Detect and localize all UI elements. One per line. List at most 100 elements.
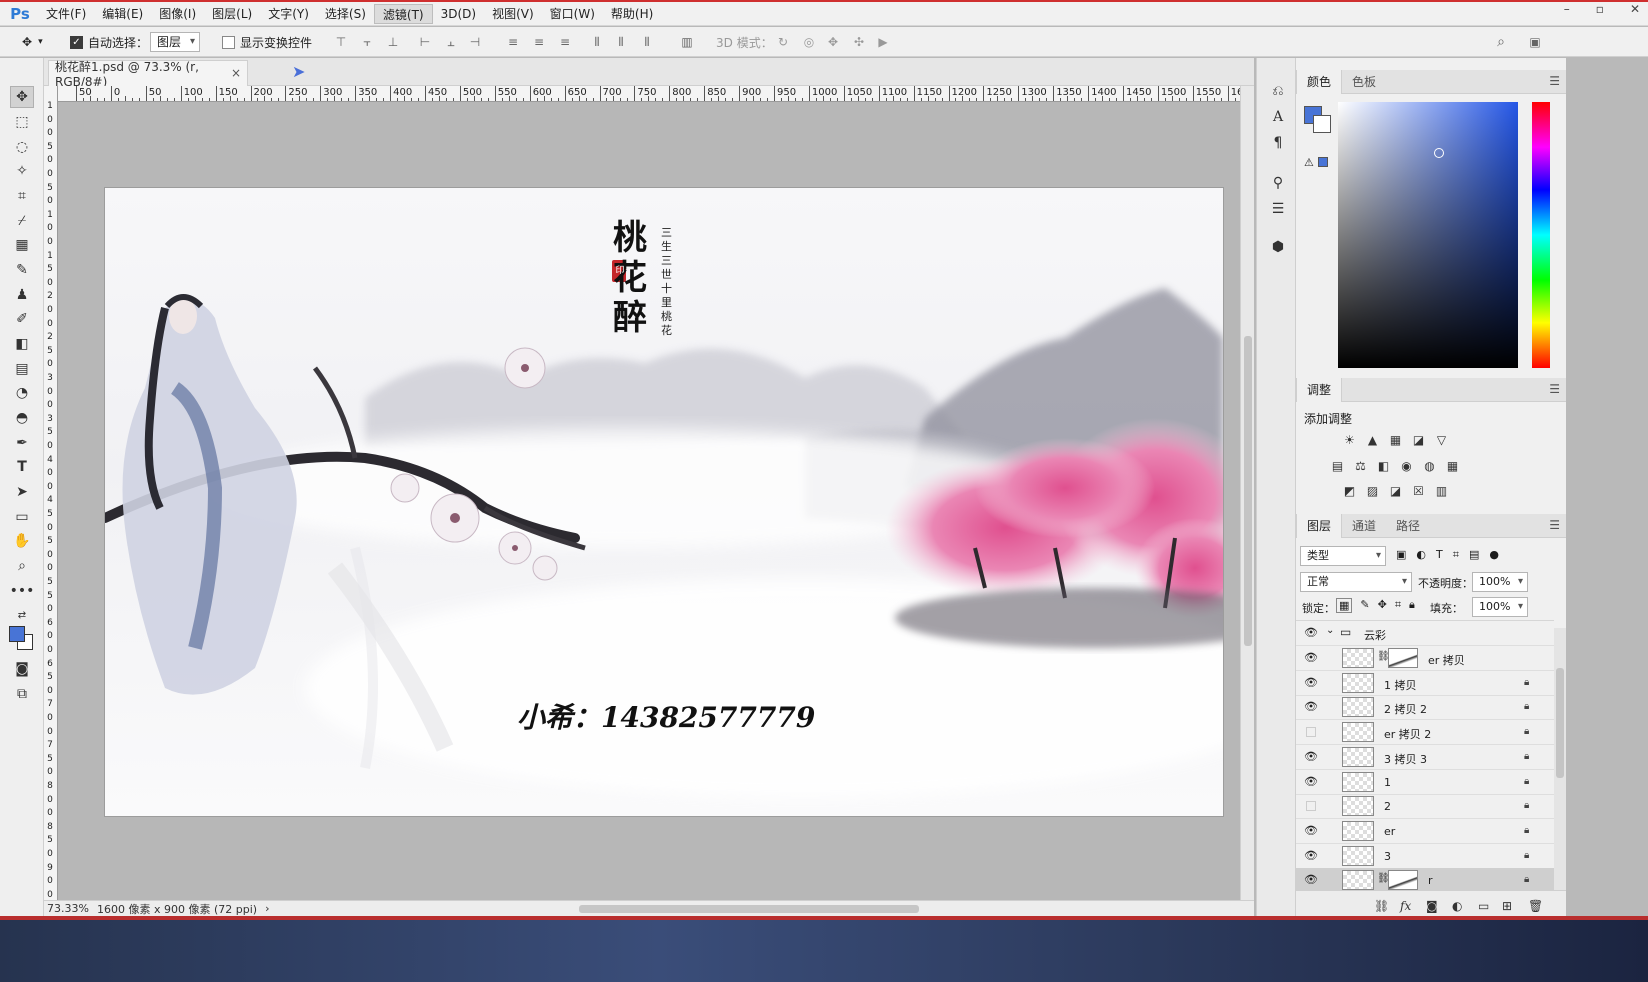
delete-layer-icon[interactable]: 🗑︎ bbox=[1528, 899, 1543, 913]
tab-paths[interactable]: 路径 bbox=[1386, 514, 1430, 538]
layer-row[interactable]: er 拷贝 2 🔒︎ bbox=[1296, 720, 1554, 746]
visibility-eye-icon[interactable] bbox=[1306, 801, 1316, 812]
panel-menu-icon[interactable]: ☰ bbox=[1549, 74, 1560, 88]
menu-window[interactable]: 窗口(W) bbox=[542, 4, 603, 24]
align-bottom-icon[interactable]: ⊥ bbox=[386, 36, 400, 48]
visibility-eye-icon[interactable]: 👁︎ bbox=[1304, 824, 1318, 838]
filter-toggle-icon[interactable]: ● bbox=[1489, 548, 1499, 562]
new-adjustment-icon[interactable]: ◐ bbox=[1452, 899, 1462, 913]
3d-pan-icon[interactable]: ✥ bbox=[826, 36, 840, 48]
align-left-icon[interactable]: ⊢ bbox=[418, 36, 432, 48]
tab-adjustments[interactable]: 调整 bbox=[1296, 377, 1343, 402]
hue-slider[interactable] bbox=[1532, 102, 1550, 368]
document-canvas[interactable]: 桃 花 醉 三生三世 十里桃花 印 小希：14382577779 bbox=[105, 188, 1223, 816]
character-panel-icon[interactable]: A bbox=[1269, 108, 1287, 126]
curves-icon[interactable]: ▦ bbox=[1388, 432, 1403, 447]
levels-icon[interactable]: ▲ bbox=[1365, 432, 1380, 447]
gradient-tool-icon[interactable]: ▤ bbox=[10, 358, 34, 380]
brightness-icon[interactable]: ☀ bbox=[1342, 432, 1357, 447]
gamut-swatch[interactable] bbox=[1318, 157, 1328, 167]
quick-mask-icon[interactable]: ◙ bbox=[10, 658, 34, 680]
black-white-icon[interactable]: ◧ bbox=[1376, 458, 1391, 473]
layer-mask-thumbnail[interactable] bbox=[1388, 648, 1418, 668]
layer-mask-thumbnail[interactable] bbox=[1388, 870, 1418, 891]
blur-tool-icon[interactable]: ◔ bbox=[10, 382, 34, 404]
tab-channels[interactable]: 通道 bbox=[1342, 514, 1386, 538]
path-select-icon[interactable]: ➤ bbox=[10, 481, 34, 503]
zoom-tool-icon[interactable]: ⌕ bbox=[10, 555, 34, 577]
panel-background-swatch[interactable] bbox=[1313, 115, 1331, 133]
auto-select-checkbox[interactable]: ✓ 自动选择： bbox=[70, 32, 148, 52]
clone-stamp-icon[interactable]: ♟ bbox=[10, 284, 34, 306]
layer-group-row[interactable]: 👁︎ ⌄ ▭ 云彩 bbox=[1296, 621, 1554, 646]
new-layer-icon[interactable]: ⊞ bbox=[1502, 899, 1512, 913]
tab-color[interactable]: 颜色 bbox=[1296, 69, 1343, 94]
layer-row[interactable]: 👁︎ 2 拷贝 2 🔒︎ bbox=[1296, 695, 1554, 721]
zoom-level[interactable]: 73.33% bbox=[47, 902, 93, 915]
panel-menu-icon[interactable]: ☰ bbox=[1549, 518, 1560, 532]
auto-select-dropdown[interactable]: 图层 bbox=[150, 32, 201, 52]
distribute-right-icon[interactable]: ⦀ bbox=[640, 36, 654, 48]
vertical-scrollbar[interactable] bbox=[1240, 86, 1254, 900]
filter-shape-icon[interactable]: ⌗ bbox=[1453, 548, 1459, 562]
layer-filter-kind[interactable]: 类型 bbox=[1300, 546, 1386, 566]
layer-filter-dropdown[interactable]: 类型 bbox=[1300, 546, 1386, 566]
menu-filter[interactable]: 滤镜(T) bbox=[373, 3, 433, 24]
distribute-vcenter-icon[interactable]: ≡ bbox=[532, 36, 546, 48]
distribute-left-icon[interactable]: ⦀ bbox=[590, 36, 604, 48]
tab-swatches[interactable]: 色板 bbox=[1342, 70, 1386, 94]
filter-type-icon[interactable]: T bbox=[1436, 548, 1443, 562]
distribute-hcenter-icon[interactable]: ⦀ bbox=[614, 36, 628, 48]
layer-thumbnail[interactable] bbox=[1342, 672, 1374, 693]
menu-help[interactable]: 帮助(H) bbox=[603, 4, 661, 24]
add-mask-icon[interactable]: ◙ bbox=[1426, 899, 1438, 913]
eraser-icon[interactable]: ◧ bbox=[10, 333, 34, 355]
layer-row[interactable]: 👁︎ 3 拷贝 3 🔒︎ bbox=[1296, 745, 1554, 770]
menu-edit[interactable]: 编辑(E) bbox=[94, 4, 151, 24]
layer-thumbnail[interactable] bbox=[1342, 697, 1374, 718]
color-balance-icon[interactable]: ⚖ bbox=[1353, 458, 1368, 473]
history-panel-icon[interactable]: ⎌ bbox=[1269, 82, 1287, 100]
3d-scale-icon[interactable]: ▶ bbox=[876, 36, 890, 48]
menu-3d[interactable]: 3D(D) bbox=[433, 4, 484, 24]
pen-tool-icon[interactable]: ✒ bbox=[10, 432, 34, 454]
invert-icon[interactable]: ◩ bbox=[1342, 483, 1357, 498]
layers-scroll-thumb[interactable] bbox=[1556, 668, 1564, 778]
marquee-tool-icon[interactable]: ⬚ bbox=[10, 111, 34, 133]
status-menu-arrow[interactable]: › bbox=[265, 902, 269, 915]
posterize-icon[interactable]: ▨ bbox=[1365, 483, 1380, 498]
gamut-warning-icon[interactable]: ⚠ bbox=[1304, 156, 1314, 169]
eyedropper-icon[interactable]: ⌿ bbox=[10, 210, 34, 232]
3d-slide-icon[interactable]: ✣ bbox=[852, 36, 866, 48]
tab-layers[interactable]: 图层 bbox=[1296, 513, 1343, 538]
menu-view[interactable]: 视图(V) bbox=[484, 4, 542, 24]
group-expand-chevron-icon[interactable]: ⌄ bbox=[1326, 625, 1334, 636]
brush-presets-icon[interactable]: ⚲ bbox=[1269, 174, 1287, 192]
visibility-eye-icon[interactable]: 👁︎ bbox=[1304, 700, 1318, 714]
menu-select[interactable]: 选择(S) bbox=[317, 4, 374, 24]
layers-scrollbar[interactable] bbox=[1554, 628, 1566, 890]
panel-menu-icon[interactable]: ☰ bbox=[1549, 382, 1560, 396]
move-tool-icon[interactable]: ✥ bbox=[10, 86, 34, 108]
brush-tool-icon[interactable]: ✎ bbox=[10, 259, 34, 281]
photo-filter-icon[interactable]: ◉ bbox=[1399, 458, 1414, 473]
layer-row[interactable]: 2 🔒︎ bbox=[1296, 794, 1554, 820]
opacity-field[interactable]: 100% bbox=[1472, 572, 1528, 592]
visibility-eye-icon[interactable]: 👁︎ bbox=[1304, 626, 1318, 640]
layer-thumbnail[interactable] bbox=[1342, 820, 1374, 841]
threshold-icon[interactable]: ◪ bbox=[1388, 483, 1403, 498]
visibility-eye-icon[interactable]: 👁︎ bbox=[1304, 676, 1318, 690]
visibility-eye-icon[interactable]: 👁︎ bbox=[1304, 651, 1318, 665]
selective-color-icon[interactable]: ☒ bbox=[1411, 483, 1426, 498]
visibility-eye-icon[interactable] bbox=[1306, 727, 1316, 738]
filter-smart-icon[interactable]: ▤ bbox=[1469, 548, 1479, 562]
swap-colors-icon[interactable]: ⇄ bbox=[10, 604, 34, 626]
menu-type[interactable]: 文字(Y) bbox=[260, 4, 317, 24]
align-vcenter-icon[interactable]: ⫟ bbox=[360, 36, 374, 48]
layer-row[interactable]: 👁︎ 1 🔒︎ bbox=[1296, 770, 1554, 795]
layer-style-icon[interactable]: fx bbox=[1400, 899, 1411, 913]
align-hcenter-icon[interactable]: ⫠ bbox=[444, 36, 458, 48]
3d-roll-icon[interactable]: ◎ bbox=[802, 36, 816, 48]
hue-saturation-icon[interactable]: ▤ bbox=[1330, 458, 1345, 473]
more-tools-icon[interactable]: ••• bbox=[10, 580, 35, 602]
